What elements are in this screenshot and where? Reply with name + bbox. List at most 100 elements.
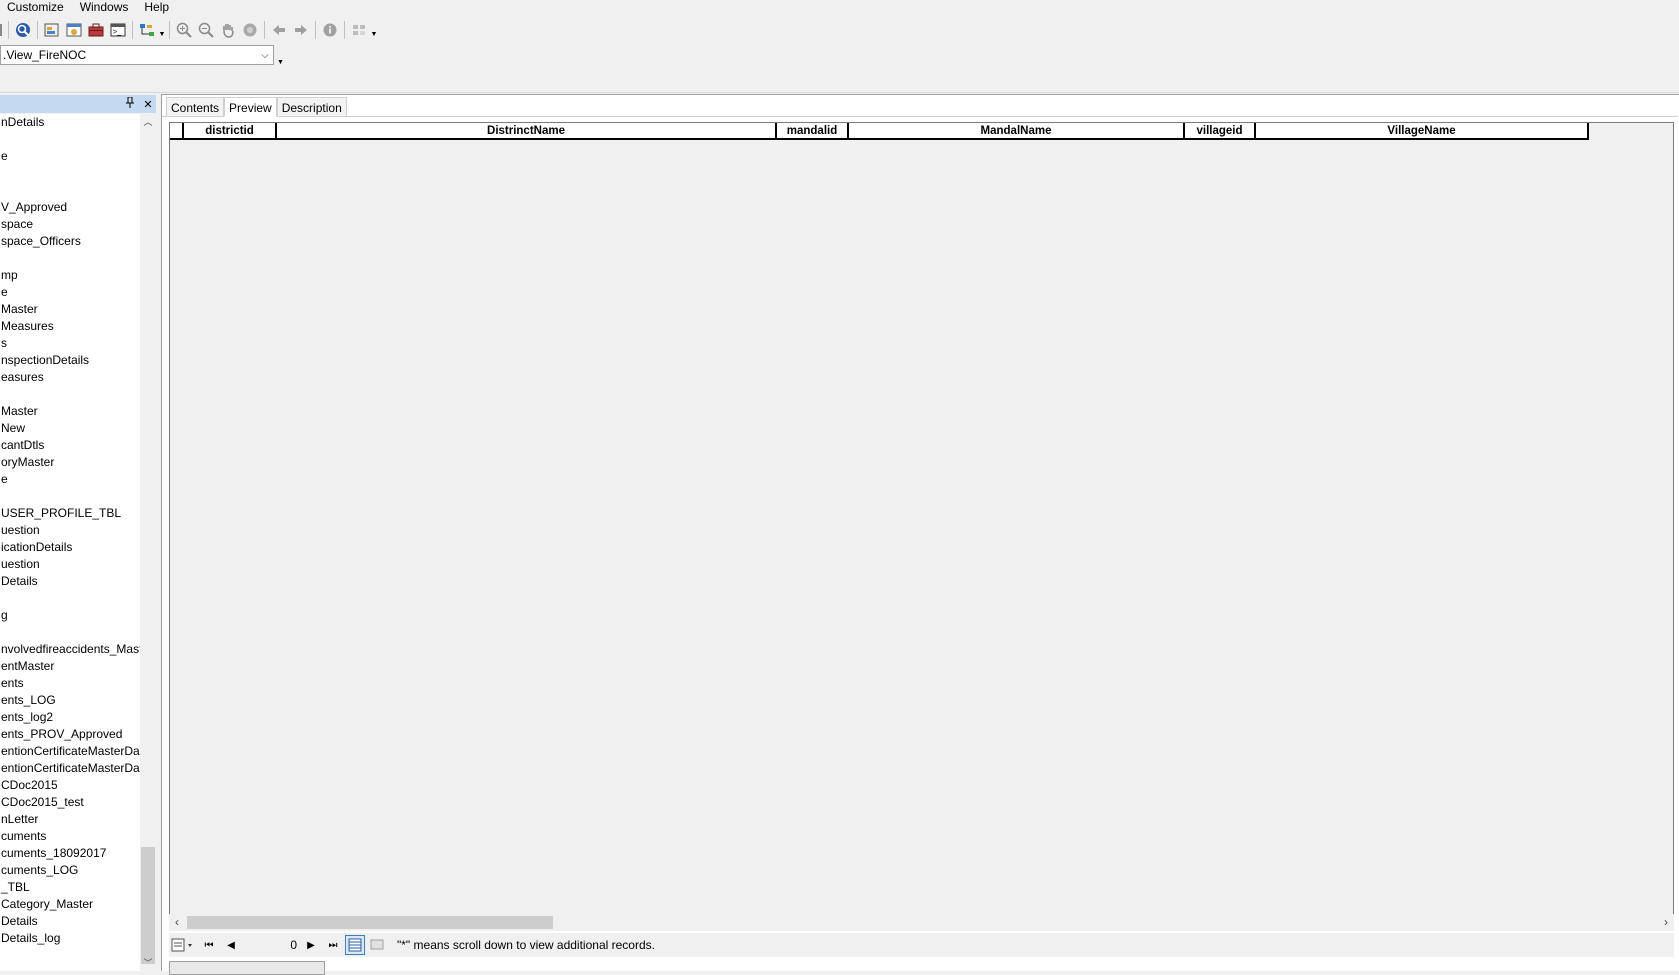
tree-item[interactable]: Measures — [0, 318, 140, 335]
column-header-mandalid[interactable]: mandalid — [777, 123, 849, 139]
scroll-up-icon[interactable]: ︿ — [140, 114, 156, 130]
column-header-districtid[interactable]: districtid — [184, 123, 277, 139]
row-header-cell[interactable] — [170, 123, 184, 139]
tree-item[interactable]: Category_Master — [0, 896, 140, 913]
chevron-down-icon[interactable]: ⌵ — [257, 50, 273, 61]
first-record-icon[interactable]: ⏮ — [199, 935, 219, 955]
identify-icon[interactable] — [320, 20, 340, 40]
column-header-villageid[interactable]: villageid — [1185, 123, 1256, 139]
table-options-icon[interactable] — [169, 935, 197, 955]
column-header-villagename[interactable]: VillageName — [1256, 123, 1589, 139]
toolbar-overflow-icon[interactable]: ▼ — [276, 52, 285, 66]
zoom-out-icon[interactable] — [196, 20, 216, 40]
tree-item[interactable]: cantDtls — [0, 437, 140, 454]
tree-item[interactable]: space_Officers — [0, 233, 140, 250]
tree-item[interactable]: New — [0, 420, 140, 437]
last-record-icon[interactable]: ⏭ — [323, 935, 343, 955]
tree-item[interactable]: ents — [0, 675, 140, 692]
pan-icon[interactable] — [218, 20, 238, 40]
scroll-down-icon[interactable]: ﹀ — [140, 955, 156, 971]
next-record-icon[interactable]: ▶ — [301, 935, 321, 955]
tree-item[interactable]: uestion — [0, 522, 140, 539]
toolbar-overflow-icon[interactable]: ▼ — [370, 22, 378, 38]
tree-item[interactable]: cuments_LOG — [0, 862, 140, 879]
tree-item[interactable]: CDoc2015_test — [0, 794, 140, 811]
location-combobox[interactable]: .View_FireNOC ⌵ — [0, 45, 274, 65]
previous-record-icon[interactable]: ◀ — [221, 935, 241, 955]
scrollbar-thumb[interactable] — [187, 916, 553, 929]
tree-item[interactable]: _TBL — [0, 879, 140, 896]
tree-item[interactable]: Master — [0, 301, 140, 318]
toolbar-overflow-icon[interactable]: ▼ — [158, 22, 166, 38]
tree-item[interactable]: oryMaster — [0, 454, 140, 471]
catalog-tree[interactable]: nDetails e V_Approved space space_Officersmp… — [0, 114, 140, 971]
tree-item[interactable]: nDetails — [0, 114, 140, 131]
tree-vertical-scrollbar[interactable]: ︿ ﹀ — [140, 114, 156, 971]
tree-item[interactable]: nLetter — [0, 811, 140, 828]
tree-item[interactable]: easures — [0, 369, 140, 386]
tree-item[interactable] — [0, 488, 140, 505]
column-header-distrinctname[interactable]: DistrinctName — [277, 123, 777, 139]
scrollbar-thumb[interactable] — [141, 847, 155, 964]
record-count[interactable]: 0 — [243, 936, 299, 954]
table-horizontal-scrollbar[interactable]: ‹ › — [169, 914, 1674, 931]
python-window-icon[interactable]: >_ — [108, 20, 128, 40]
tree-item[interactable]: CDoc2015 — [0, 777, 140, 794]
tree-item[interactable] — [0, 165, 140, 182]
menu-windows[interactable]: Windows — [72, 1, 137, 13]
tree-item[interactable] — [0, 590, 140, 607]
back-icon[interactable] — [269, 20, 289, 40]
tree-item[interactable]: e — [0, 284, 140, 301]
tab-preview[interactable]: Preview — [224, 97, 277, 117]
tree-item[interactable]: Master — [0, 403, 140, 420]
tab-description[interactable]: Description — [276, 97, 347, 117]
tree-item[interactable]: ents_log2 — [0, 709, 140, 726]
show-selected-records-icon[interactable] — [367, 935, 387, 955]
scroll-right-icon[interactable]: › — [1658, 914, 1674, 931]
menu-help[interactable]: Help — [136, 1, 177, 13]
tree-item[interactable] — [0, 250, 140, 267]
catalog-icon[interactable] — [42, 20, 62, 40]
search-globe-icon[interactable] — [13, 20, 33, 40]
tree-item[interactable]: nspectionDetails — [0, 352, 140, 369]
toolbox-partial-icon[interactable] — [0, 20, 4, 40]
zoom-in-icon[interactable] — [174, 20, 194, 40]
scroll-left-icon[interactable]: ‹ — [169, 914, 185, 931]
tree-item[interactable]: Details_log — [0, 930, 140, 947]
pin-icon[interactable] — [124, 96, 136, 111]
tree-item[interactable]: entionCertificateMasterDa — [0, 760, 140, 777]
tree-item[interactable]: s — [0, 335, 140, 352]
catalog-window-icon[interactable] — [64, 20, 84, 40]
tree-item[interactable]: nvolvedfireaccidents_Maste — [0, 641, 140, 658]
forward-icon[interactable] — [291, 20, 311, 40]
menu-customize[interactable]: Customize — [0, 1, 72, 13]
tree-item[interactable]: icationDetails — [0, 539, 140, 556]
tree-item[interactable]: cuments — [0, 828, 140, 845]
tree-item[interactable]: ents_LOG — [0, 692, 140, 709]
tree-item[interactable]: Details — [0, 913, 140, 930]
show-all-records-icon[interactable] — [345, 935, 365, 955]
preview-table[interactable]: districtid DistrinctName mandalid MandalNam… — [169, 122, 1674, 917]
tree-item[interactable]: e — [0, 471, 140, 488]
close-icon[interactable]: ✕ — [142, 98, 154, 111]
full-extent-icon[interactable] — [240, 20, 260, 40]
tree-item[interactable]: g — [0, 607, 140, 624]
tree-item[interactable]: mp — [0, 267, 140, 284]
tree-item[interactable]: USER_PROFILE_TBL — [0, 505, 140, 522]
tree-item[interactable]: entionCertificateMasterDa — [0, 743, 140, 760]
tree-item[interactable]: V_Approved — [0, 199, 140, 216]
launch-icon[interactable] — [349, 20, 369, 40]
tree-item[interactable]: space — [0, 216, 140, 233]
tree-item[interactable] — [0, 131, 140, 148]
tree-item[interactable] — [0, 624, 140, 641]
tree-item[interactable]: ents_PROV_Approved — [0, 726, 140, 743]
tab-contents[interactable]: Contents — [166, 97, 225, 117]
preview-type-select[interactable] — [169, 961, 325, 975]
column-header-mandalname[interactable]: MandalName — [849, 123, 1185, 139]
tree-item[interactable]: cuments_18092017 — [0, 845, 140, 862]
model-builder-icon[interactable] — [137, 20, 157, 40]
tree-item[interactable]: uestion — [0, 556, 140, 573]
tree-item[interactable]: entMaster — [0, 658, 140, 675]
arc-toolbox-icon[interactable] — [86, 20, 106, 40]
tree-item[interactable] — [0, 386, 140, 403]
